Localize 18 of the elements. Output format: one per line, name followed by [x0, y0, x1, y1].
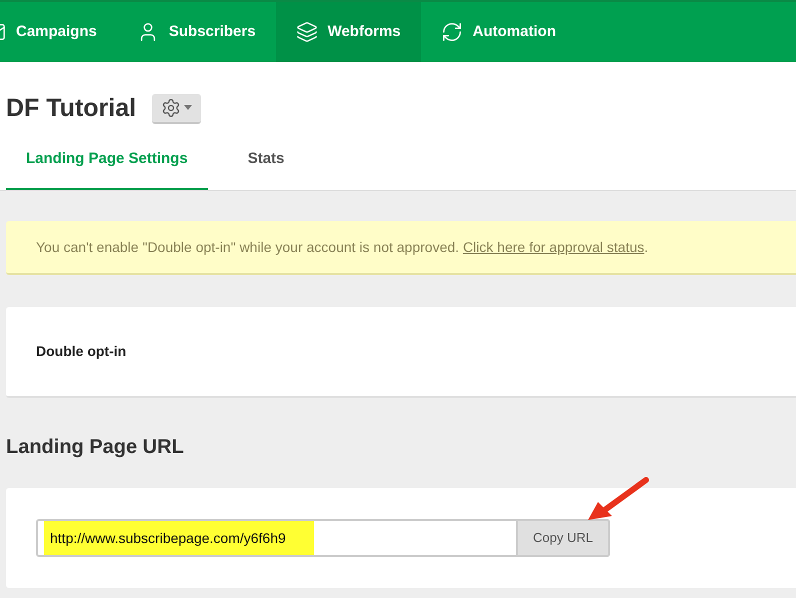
warning-text: You can't enable "Double opt-in" while your account is not approved. Click here for approval status.	[36, 238, 648, 257]
refresh-icon	[440, 21, 463, 43]
url-value: http://www.subscribepage.com/y6f6h9	[44, 521, 314, 555]
approval-status-link[interactable]: Click here for approval status	[462, 238, 644, 254]
nav-item[interactable]: Webforms	[276, 2, 421, 62]
copy-url-button[interactable]: Copy URL	[516, 519, 610, 557]
tab[interactable]: Landing Page Settings	[6, 142, 208, 190]
nav-item[interactable]: Automation	[420, 2, 576, 62]
nav-item[interactable]: Subscribers	[116, 2, 276, 62]
layers-icon	[296, 21, 318, 43]
nav-item[interactable]: Campaigns	[0, 2, 117, 62]
settings-icon	[161, 98, 182, 118]
double-optin-label: Double opt-in	[36, 342, 126, 361]
tab[interactable]: Stats	[228, 142, 304, 190]
section-heading: Landing Page URL	[6, 435, 185, 460]
settings-button[interactable]	[152, 94, 202, 124]
page-title: DF Tutorial	[6, 93, 136, 124]
caret-icon	[184, 105, 192, 110]
